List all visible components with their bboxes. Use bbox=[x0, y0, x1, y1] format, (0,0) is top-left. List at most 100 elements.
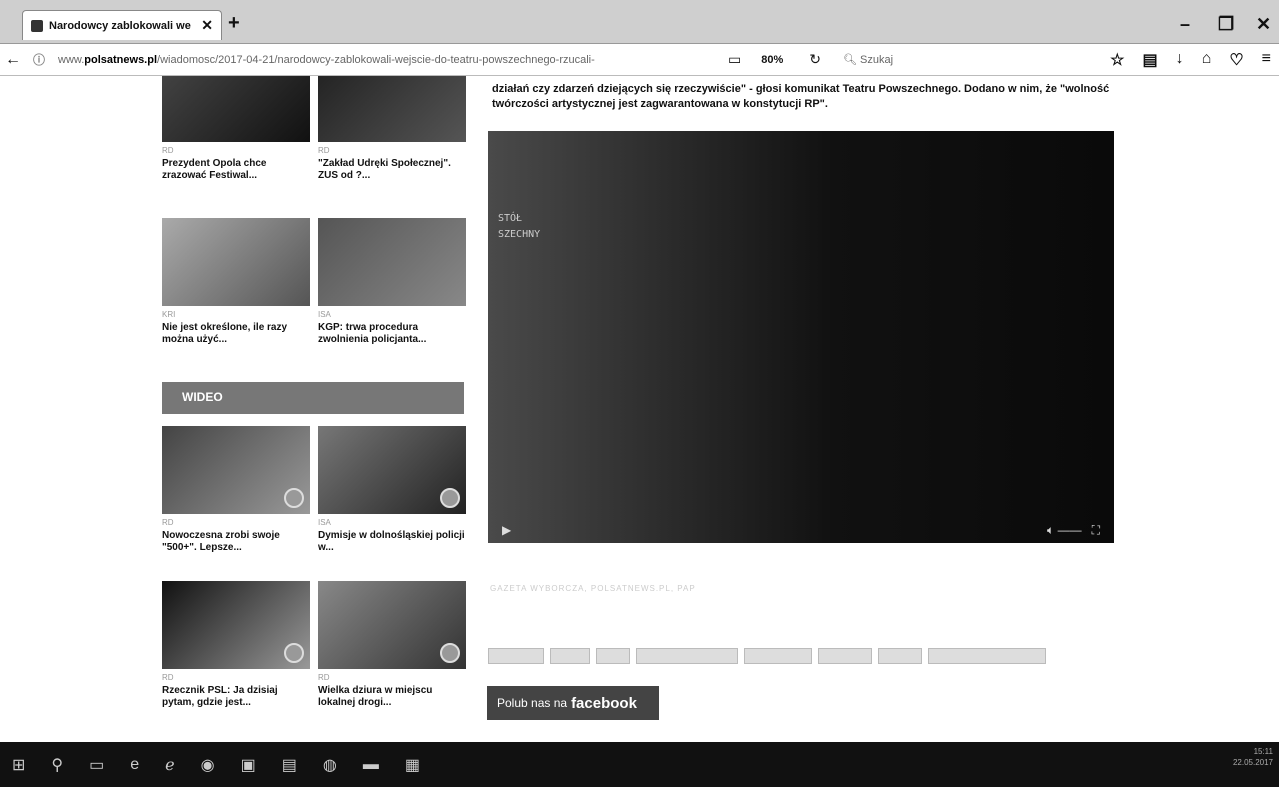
menu-icon[interactable]: ≡ bbox=[1262, 50, 1271, 70]
source-label: RD bbox=[318, 146, 330, 155]
video-frame bbox=[488, 131, 1114, 543]
list-item[interactable]: RD "Zakład Udręki Społecznej". ZUS od ?.… bbox=[318, 76, 466, 182]
thumbnail[interactable] bbox=[162, 426, 310, 514]
url-domain: polsatnews.pl bbox=[84, 53, 158, 66]
browser-tab[interactable]: Narodowcy zablokowali we ✕ bbox=[22, 10, 222, 40]
video-section-header[interactable]: WIDEO bbox=[162, 382, 464, 414]
minimize-icon[interactable]: – bbox=[1180, 14, 1190, 35]
fullscreen-icon[interactable]: ⛶ bbox=[1092, 523, 1100, 538]
list-item[interactable]: RD Wielka dziura w miejscu lokalnej drog… bbox=[318, 581, 466, 709]
tag[interactable] bbox=[636, 648, 738, 664]
play-icon[interactable]: ▶ bbox=[502, 523, 511, 537]
volume-icon[interactable]: 🔈︎ —— bbox=[1047, 523, 1082, 538]
source-label: RD bbox=[318, 673, 330, 682]
explorer-icon[interactable]: ▬ bbox=[363, 756, 379, 774]
task-view-icon[interactable]: ▭ bbox=[89, 755, 104, 775]
windows-start-icon[interactable]: ⊞ bbox=[12, 755, 25, 775]
restore-icon[interactable]: ❐ bbox=[1218, 14, 1234, 35]
thumbnail[interactable] bbox=[162, 581, 310, 669]
source-label: KRI bbox=[162, 310, 176, 319]
pocket-icon[interactable]: ♡ bbox=[1229, 50, 1243, 70]
card-title[interactable]: Dymisje w dolnośląskiej policji w... bbox=[318, 530, 466, 554]
reload-icon[interactable]: ↻ bbox=[809, 51, 821, 68]
thumbnail[interactable] bbox=[318, 218, 466, 306]
play-icon bbox=[284, 488, 304, 508]
close-window-icon[interactable]: ✕ bbox=[1256, 14, 1271, 35]
card-title[interactable]: Nowoczesna zrobi swoje "500+". Lepsze... bbox=[162, 530, 310, 554]
article-text: działań czy zdarzeń dziejących się rzecz… bbox=[492, 83, 1110, 110]
navigation-bar: ← ⓘ www. polsatnews.pl /wiadomosc/2017-0… bbox=[0, 44, 1279, 76]
tab-title: Narodowcy zablokowali we bbox=[49, 19, 191, 32]
thumbnail[interactable] bbox=[318, 426, 466, 514]
list-item[interactable]: RD Prezydent Opola chce zrazować Festiwa… bbox=[162, 76, 310, 182]
url-path: /wiadomosc/2017-04-21/narodowcy-zablokow… bbox=[157, 53, 595, 66]
ie-icon[interactable]: ℯ bbox=[165, 755, 174, 775]
play-icon bbox=[440, 488, 460, 508]
tag[interactable] bbox=[596, 648, 630, 664]
card-title[interactable]: Wielka dziura w miejscu lokalnej drogi..… bbox=[318, 685, 466, 709]
list-item[interactable]: RD Rzecznik PSL: Ja dzisiaj pytam, gdzie… bbox=[162, 581, 310, 709]
tag[interactable] bbox=[818, 648, 872, 664]
play-icon bbox=[440, 643, 460, 663]
source-label: RD bbox=[162, 518, 174, 527]
app-icon[interactable]: ◍ bbox=[323, 755, 337, 775]
app-icon[interactable]: ▤ bbox=[282, 755, 297, 775]
zoom-level[interactable]: 80% bbox=[761, 54, 783, 66]
video-controls: ▶ 🔈︎ —— ⛶ bbox=[488, 517, 1114, 543]
source-label: RD bbox=[162, 146, 174, 155]
thumbnail[interactable] bbox=[162, 218, 310, 306]
app-icon[interactable]: ▦ bbox=[405, 755, 420, 775]
info-icon[interactable]: ⓘ bbox=[26, 51, 52, 68]
close-tab-icon[interactable]: ✕ bbox=[201, 17, 213, 34]
facebook-like-button[interactable]: Polub nas na facebook bbox=[487, 686, 659, 720]
favicon-icon bbox=[31, 19, 43, 32]
source-label: ISA bbox=[318, 310, 331, 319]
source-label: ISA bbox=[318, 518, 331, 527]
card-title[interactable]: Prezydent Opola chce zrazować Festiwal..… bbox=[162, 158, 310, 182]
search-field[interactable]: 🔍︎ Szukaj bbox=[843, 53, 1063, 66]
list-item[interactable]: ISA Dymisje w dolnośląskiej policji w... bbox=[318, 426, 466, 554]
tag[interactable] bbox=[744, 648, 812, 664]
new-tab-button[interactable]: + bbox=[228, 12, 240, 35]
video-sign-text: STÓŁ SZECHNY bbox=[498, 213, 541, 240]
video-player[interactable]: STÓŁ SZECHNY ▶ 🔈︎ —— ⛶ bbox=[488, 131, 1114, 543]
url-prefix: www. bbox=[58, 53, 85, 66]
tag[interactable] bbox=[550, 648, 590, 664]
card-title[interactable]: KGP: trwa procedura zwolnienia policjant… bbox=[318, 322, 466, 346]
facebook-prefix: Polub nas na bbox=[497, 696, 568, 710]
tag-list bbox=[488, 648, 1046, 664]
thumbnail[interactable] bbox=[318, 581, 466, 669]
search-placeholder: Szukaj bbox=[860, 54, 894, 66]
edge-icon[interactable]: e bbox=[130, 756, 139, 774]
tab-bar: Narodowcy zablokowali we ✕ + – ❐ ✕ bbox=[0, 0, 1279, 44]
search-icon[interactable]: ⚲ bbox=[51, 755, 63, 775]
app-icon[interactable]: ▣ bbox=[241, 755, 256, 775]
bookmark-star-icon[interactable]: ☆ bbox=[1110, 50, 1124, 70]
download-icon[interactable]: ↓ bbox=[1176, 50, 1184, 70]
bookmarks-list-icon[interactable]: ▤ bbox=[1143, 50, 1158, 70]
thumbnail[interactable] bbox=[162, 76, 310, 142]
reader-view-icon[interactable]: ▭ bbox=[728, 51, 741, 68]
url-field[interactable]: www. polsatnews.pl /wiadomosc/2017-04-21… bbox=[58, 54, 718, 66]
firefox-icon[interactable]: ◉ bbox=[201, 755, 215, 775]
card-title[interactable]: Nie jest określone, ile razy można użyć.… bbox=[162, 322, 310, 346]
source-label: RD bbox=[162, 673, 174, 682]
page-content: RD Prezydent Opola chce zrazować Festiwa… bbox=[0, 76, 1279, 742]
tag[interactable] bbox=[878, 648, 922, 664]
card-title[interactable]: Rzecznik PSL: Ja dzisiaj pytam, gdzie je… bbox=[162, 685, 310, 709]
system-tray[interactable]: 15:11 22.05.2017 bbox=[1233, 746, 1273, 768]
list-item[interactable]: ISA KGP: trwa procedura zwolnienia polic… bbox=[318, 218, 466, 346]
facebook-brand: facebook bbox=[571, 694, 637, 712]
list-item[interactable]: RD Nowoczesna zrobi swoje "500+". Lepsze… bbox=[162, 426, 310, 554]
clock-date: 22.05.2017 bbox=[1232, 758, 1273, 767]
home-icon[interactable]: ⌂ bbox=[1202, 50, 1212, 70]
list-item[interactable]: KRI Nie jest określone, ile razy można u… bbox=[162, 218, 310, 346]
thumbnail[interactable] bbox=[318, 76, 466, 142]
tag[interactable] bbox=[928, 648, 1046, 664]
play-icon bbox=[284, 643, 304, 663]
back-icon[interactable]: ← bbox=[0, 51, 26, 69]
tag[interactable] bbox=[488, 648, 544, 664]
taskbar: ⊞ ⚲ ▭ e ℯ ◉ ▣ ▤ ◍ ▬ ▦ 15:11 22.05.2017 bbox=[0, 742, 1279, 787]
card-title[interactable]: "Zakład Udręki Społecznej". ZUS od ?... bbox=[318, 158, 466, 182]
clock-time: 15:11 bbox=[1253, 747, 1273, 756]
